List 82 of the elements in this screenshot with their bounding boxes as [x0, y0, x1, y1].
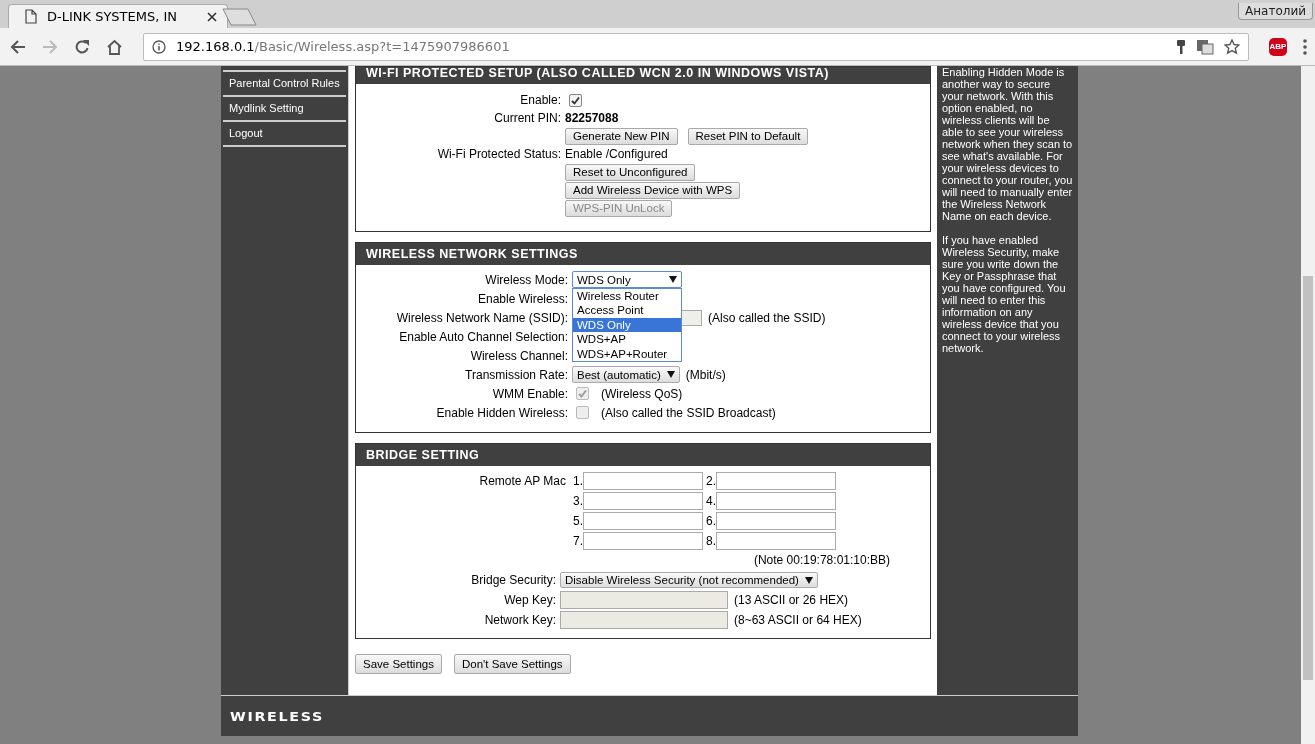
button[interactable]: Don't Save Settings	[453, 654, 571, 674]
hint-text: (13 ASCII or 26 HEX)	[734, 593, 849, 607]
back-icon[interactable]	[10, 38, 26, 55]
forward-icon[interactable]	[42, 38, 58, 55]
key-icon[interactable]	[1176, 38, 1186, 55]
field-label: Wep Key:	[503, 593, 557, 607]
button[interactable]: Add Wireless Device with WPS	[565, 181, 741, 199]
hint-text: (8~63 ASCII or 64 HEX)	[734, 613, 862, 627]
url-path: /Basic/Wireless.asp?t=1475907986601	[254, 39, 510, 54]
browser-tab[interactable]: D-LINK SYSTEMS, IN	[8, 4, 228, 28]
input-field[interactable]	[583, 492, 703, 510]
star-icon[interactable]	[1224, 38, 1240, 55]
field-label: Enable Wireless:	[476, 291, 569, 306]
menu-icon[interactable]	[1303, 38, 1307, 55]
button[interactable]: Reset to Unconfigured	[565, 163, 696, 181]
value-text: Enable /Configured	[565, 147, 668, 161]
adblock-extension-icon[interactable]: ABP	[1269, 37, 1287, 56]
dropdown[interactable]: WDS Only	[572, 271, 682, 288]
field-label: WMM Enable:	[491, 386, 569, 401]
field-number: 5.	[572, 514, 583, 528]
input-field[interactable]	[716, 512, 836, 530]
dropdown-option[interactable]: Access Point	[573, 303, 681, 318]
dropdown-option[interactable]: WDS Only	[573, 317, 681, 333]
dropdown-option[interactable]: WDS+AP+Router	[573, 346, 681, 361]
field-label: Wireless Channel:	[469, 348, 569, 363]
field-label: Wi-Fi Protected Status:	[436, 147, 562, 161]
field-number: 1.	[572, 474, 583, 488]
input-field[interactable]	[583, 512, 703, 530]
input-field[interactable]	[716, 472, 836, 490]
hint-text: (Also called the SSID Broadcast)	[601, 405, 776, 420]
field-number: 4.	[705, 494, 716, 508]
field-label: Enable:	[519, 93, 562, 107]
profile-button[interactable]: Анатолий	[1238, 3, 1313, 20]
tab-title: D-LINK SYSTEMS, IN	[47, 9, 179, 24]
button[interactable]: Generate New PIN	[565, 127, 678, 145]
help-text: If you have enabled Wireless Security, make sure you write down the Key or Passphrase that you have configured. You will need to enter this information on any wireless device that you connect to your wireless network.	[942, 234, 1067, 354]
info-icon[interactable]	[152, 39, 166, 54]
url-host: 192.168.0.1	[176, 39, 255, 54]
field-number: 7.	[572, 534, 583, 548]
input-field[interactable]	[583, 472, 703, 490]
document-icon	[25, 9, 37, 24]
value-text: 82257088	[565, 111, 619, 125]
field-label: Remote AP Mac	[478, 473, 567, 490]
hint-text: (Also called the SSID)	[708, 310, 826, 325]
field-label: Network Key:	[483, 613, 557, 627]
button[interactable]: Reset PIN to Default	[687, 127, 809, 145]
field-number: 3.	[572, 494, 583, 508]
close-icon[interactable]	[207, 11, 217, 22]
caret-icon	[804, 576, 813, 584]
vertical-scrollbar[interactable]	[1301, 66, 1315, 744]
new-tab-button[interactable]	[222, 8, 258, 26]
input-field[interactable]	[716, 532, 836, 550]
field-number: 2.	[705, 474, 716, 488]
hint-text: (Mbit/s)	[685, 367, 726, 382]
field-label: Transmission Rate:	[464, 367, 569, 382]
section-header: BRIDGE SETTING	[356, 444, 930, 466]
checkbox[interactable]	[569, 93, 582, 107]
dropdown-option[interactable]: Wireless Router	[573, 289, 681, 304]
help-text: Enabling Hidden Mode is another way to secure your network. With this option enabled, no wireless clients will be able to see your wireless network when they scan to see what's available. For your wireless devices to connect to your router, you will need to manually enter the Wireless Network Name on each device.	[942, 66, 1073, 222]
field-label: Wireless Network Name (SSID):	[395, 310, 569, 325]
field-label: Enable Auto Channel Selection:	[398, 329, 569, 344]
dropdown[interactable]: Disable Wireless Security (not recommended)	[560, 572, 818, 588]
section-header: WI-FI PROTECTED SETUP (ALSO CALLED WCN 2.0 IN WINDOWS VISTA)	[356, 67, 930, 84]
input-field[interactable]	[583, 532, 703, 550]
hint-text: (Wireless QoS)	[601, 386, 683, 401]
button[interactable]: Save Settings	[355, 654, 442, 674]
home-icon[interactable]	[106, 38, 123, 55]
field-label: Wireless Mode:	[484, 272, 569, 287]
section-header: WIRELESS NETWORK SETTINGS	[356, 243, 930, 265]
caret-icon	[666, 371, 675, 378]
field-label: Current PIN:	[493, 111, 562, 125]
input-field[interactable]	[716, 492, 836, 510]
hint-text: (Note 00:19:78:01:10:BB)	[753, 553, 890, 567]
field-number: 8.	[705, 534, 716, 548]
dropdown-option[interactable]: WDS+AP	[573, 332, 681, 347]
address-bar[interactable]: 192.168.0.1/Basic/Wireless.asp?t=1475907986601	[143, 32, 1249, 61]
wireless-logo: WIRELESS	[230, 708, 324, 724]
field-number: 6.	[705, 514, 716, 528]
field-label: Enable Hidden Wireless:	[435, 405, 569, 420]
reload-icon[interactable]	[74, 38, 90, 55]
dropdown[interactable]: Best (automatic)	[572, 366, 680, 383]
field-label: Bridge Security:	[470, 573, 557, 587]
